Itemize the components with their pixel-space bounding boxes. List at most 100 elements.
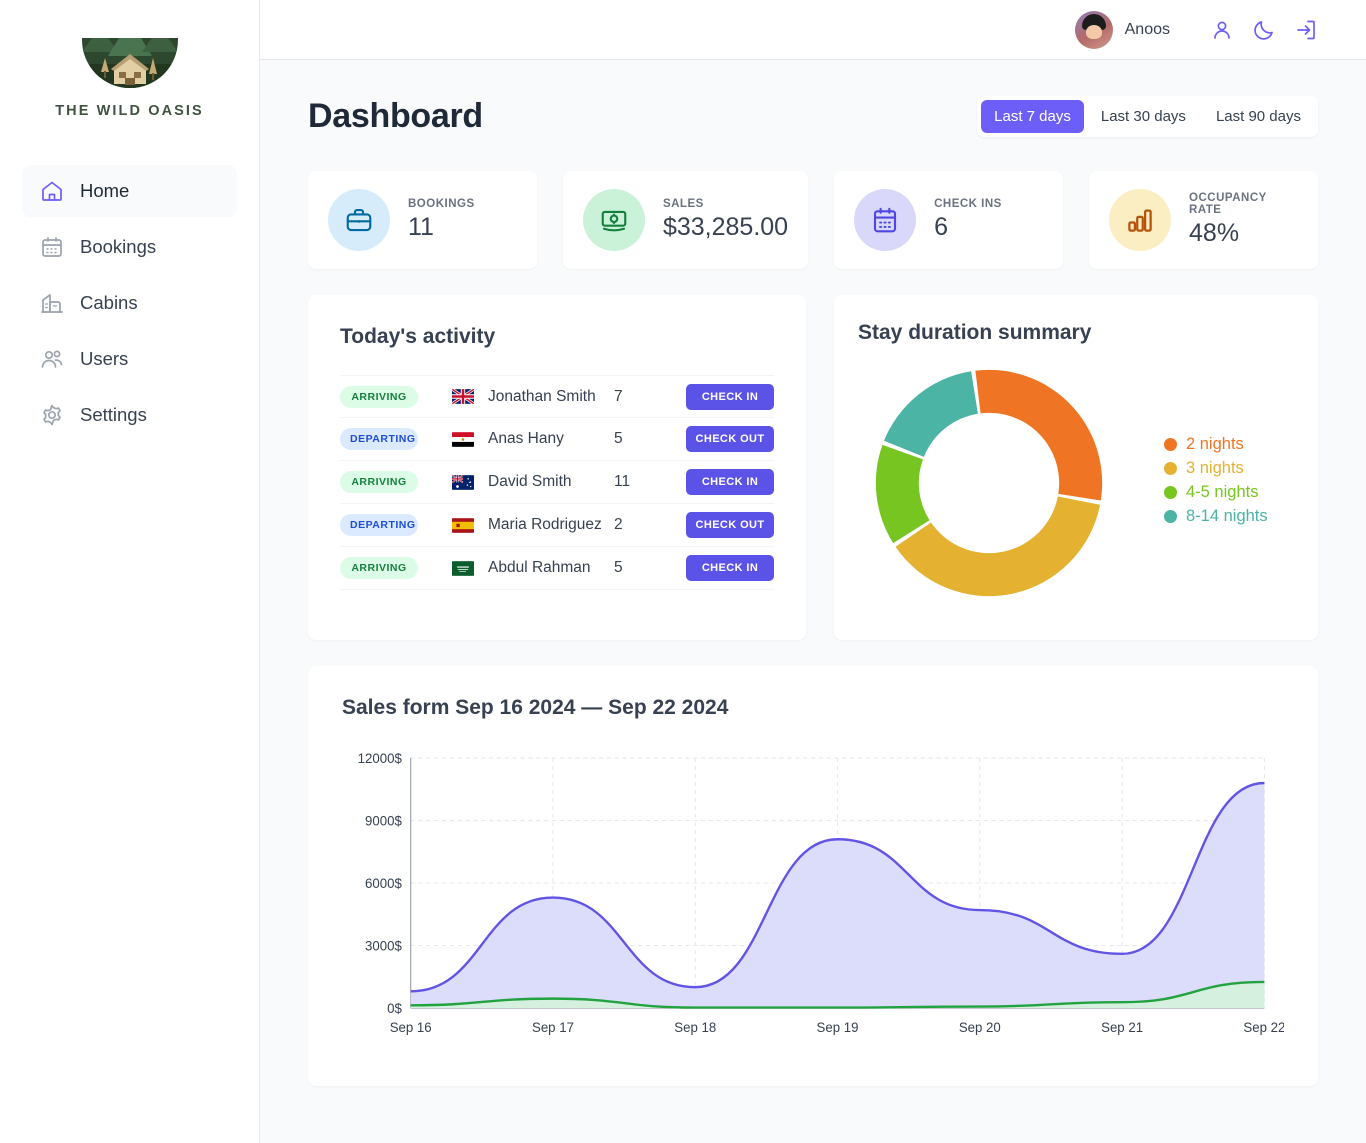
page-header: Dashboard Last 7 days Last 30 days Last …	[308, 96, 1318, 137]
stat-value: 6	[934, 213, 948, 241]
moon-icon[interactable]	[1252, 18, 1276, 42]
flag-au-icon	[452, 474, 474, 490]
panel-title: Sales form Sep 16 2024 — Sep 22 2024	[342, 696, 729, 719]
sales-chart-panel: Sales form Sep 16 2024 — Sep 22 2024 0$ 3…	[308, 666, 1318, 1086]
todays-activity-panel: Today's activity ARRIVING Jonathan Smith…	[308, 295, 806, 640]
sidebar-nav: Home Bookings Cabins Users Settings	[0, 165, 259, 441]
legend-item: 4-5 nights	[1164, 483, 1268, 502]
stat-icon-wrap	[328, 189, 390, 251]
sidebar-item-label: Home	[80, 180, 130, 201]
filter-last-30-days[interactable]: Last 30 days	[1088, 100, 1199, 133]
guest-name: Abdul Rahman	[488, 559, 591, 576]
legend-swatch	[1164, 485, 1177, 499]
gear-icon	[43, 404, 61, 426]
check-in-button[interactable]: CHECK IN	[686, 383, 774, 410]
avatar	[1074, 10, 1113, 49]
stat-text: SALES $33,285.00	[663, 198, 788, 242]
stat-value: $33,285.00	[662, 213, 789, 241]
panel-title: Stay duration summary	[858, 321, 1092, 344]
status-badge: DEPARTING	[340, 428, 418, 450]
mountain-cabin-logo	[81, 38, 178, 88]
sidebar-item-label: Bookings	[80, 236, 157, 257]
page-title: Dashboard	[308, 97, 483, 135]
stay-duration-panel: Stay duration summary 2 nights 3 nights	[834, 295, 1318, 640]
sidebar-item-users[interactable]: Users	[22, 333, 237, 385]
flag-eg-icon	[452, 431, 474, 447]
guest-name: Jonathan Smith	[488, 387, 596, 405]
sidebar-item-settings[interactable]: Settings	[22, 389, 237, 441]
x-tick-label: Sep 17	[532, 1020, 574, 1035]
stat-icon-wrap	[1109, 189, 1172, 251]
flag-gb-icon	[452, 389, 474, 404]
donut-chart	[875, 369, 1103, 596]
users-icon	[41, 350, 63, 368]
status-badge: ARRIVING	[340, 385, 418, 408]
legend-swatch	[1164, 461, 1177, 475]
cabin-icon	[41, 294, 63, 313]
user-chip[interactable]: Anoos	[1074, 10, 1170, 49]
check-out-button[interactable]: CHECK OUT	[686, 426, 774, 452]
donut-segment	[975, 369, 1103, 501]
stat-text: OCCUPANCY RATE 48%	[1189, 192, 1298, 248]
stat-card-check-ins: CHECK INS 6	[834, 171, 1064, 269]
sidebar-item-cabins[interactable]: Cabins	[22, 277, 237, 329]
activity-row: ARRIVING Jonathan Smith 7 CHECK IN	[340, 375, 774, 418]
legend-label: 4-5 nights	[1186, 482, 1259, 501]
sidebar-item-label: Cabins	[80, 292, 138, 313]
check-out-button[interactable]: CHECK OUT	[686, 512, 774, 538]
date-filter-group: Last 7 days Last 30 days Last 90 days	[977, 96, 1318, 137]
status-badge: ARRIVING	[340, 557, 418, 579]
x-tick-label: Sep 16	[390, 1020, 432, 1035]
home-icon	[42, 181, 62, 201]
y-tick-label: 0$	[387, 1001, 402, 1016]
legend-item: 3 nights	[1164, 459, 1268, 478]
filter-last-90-days[interactable]: Last 90 days	[1203, 100, 1314, 133]
stat-text: BOOKINGS 11	[408, 198, 475, 242]
stat-label: OCCUPANCY RATE	[1189, 192, 1267, 216]
nights-count: 11	[614, 473, 631, 490]
stat-value: 11	[408, 213, 434, 241]
sales-chart-area: 0$ 3000$ 6000$ 9000$ 12000$ Sep 16 Sep 17 Sep 1…	[342, 746, 1284, 1046]
stat-value: 48%	[1189, 219, 1240, 247]
legend-label: 3 nights	[1186, 458, 1244, 477]
nights-count: 5	[614, 430, 623, 447]
sidebar-item-bookings[interactable]: Bookings	[22, 221, 237, 273]
y-tick-label: 6000$	[365, 876, 402, 891]
status-badge: DEPARTING	[340, 514, 418, 536]
stat-label: SALES	[662, 198, 704, 210]
donut-legend: 2 nights 3 nights 4-5 nights 8-14 nights	[1164, 435, 1268, 531]
banknote-icon	[601, 210, 627, 232]
x-tick-label: Sep 22	[1243, 1020, 1284, 1035]
user-icon[interactable]	[1210, 18, 1234, 42]
y-tick-label: 12000$	[358, 751, 403, 766]
sidebar-item-label: Users	[80, 348, 129, 369]
activity-row: ARRIVING David Smith 11 CHECK IN	[340, 461, 774, 504]
stat-card-occupancy-rate: OCCUPANCY RATE 48%	[1089, 171, 1318, 269]
main-column: Anoos Dashboard Last 7 days Last 30 days…	[260, 0, 1366, 1143]
brand-name: THE WILD OASIS	[55, 103, 204, 119]
legend-label: 2 nights	[1186, 434, 1244, 453]
flag-sa-icon	[452, 560, 474, 576]
donut-chart-area: 2 nights 3 nights 4-5 nights 8-14 nights	[858, 345, 1286, 620]
check-in-button[interactable]: CHECK IN	[686, 555, 774, 581]
guest-name: Anas Hany	[488, 430, 564, 447]
flag-es-icon	[452, 517, 474, 533]
stat-card-grid: BOOKINGS 11 SALES $33,285.00 CHECK INS 6…	[308, 171, 1318, 269]
activity-row: ARRIVING Abdul Rahman 5 CHECK IN	[340, 547, 774, 590]
filter-last-7-days[interactable]: Last 7 days	[981, 100, 1084, 133]
bar-chart-icon	[1128, 209, 1152, 232]
legend-swatch	[1164, 437, 1177, 451]
nights-count: 2	[614, 516, 623, 533]
sidebar-item-label: Settings	[80, 404, 147, 425]
check-in-button[interactable]: CHECK IN	[686, 469, 774, 495]
logout-icon[interactable]	[1294, 18, 1318, 42]
stat-card-bookings: BOOKINGS 11	[308, 171, 537, 269]
donut-segment	[875, 444, 930, 543]
stat-text: CHECK INS 6	[934, 198, 1002, 242]
stat-icon-wrap	[854, 189, 917, 251]
x-tick-label: Sep 21	[1101, 1020, 1143, 1035]
sidebar: THE WILD OASIS Home Bookings Cabins User…	[0, 0, 260, 1143]
sales-area-chart: 0$ 3000$ 6000$ 9000$ 12000$ Sep 16 Sep 17 Sep 1…	[358, 751, 1284, 1035]
stat-icon-wrap	[582, 189, 645, 251]
sidebar-item-home[interactable]: Home	[22, 165, 237, 217]
